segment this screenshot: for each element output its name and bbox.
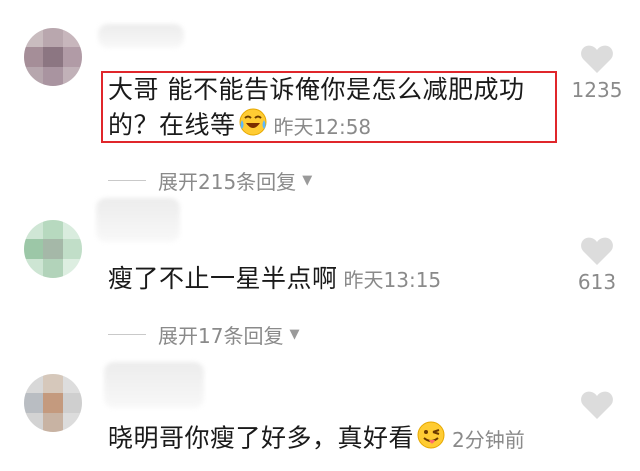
comment-text: 晓明哥你瘦了好多，真好看 2分钟前 [108,420,525,459]
comment-time: 昨天12:58 [273,114,372,139]
like-button[interactable] [557,390,637,420]
username-blurred[interactable] [104,362,204,408]
username-blurred[interactable] [96,198,180,242]
avatar[interactable] [24,28,82,86]
comment-text: 大哥 能不能告诉俺你是怎么减肥成功 的？在线等 昨天12:58 [108,73,524,146]
heart-icon [581,237,613,265]
expand-replies-label: 展开215条回复 [158,170,297,194]
comment-line-2-text: 的？在线等 [108,110,236,140]
wink-tongue-emoji-icon [416,420,446,459]
comment-line-1: 晓明哥你瘦了好多，真好看 [108,423,415,453]
comment-line-1: 瘦了不止一星半点啊 [108,264,338,293]
laughing-tears-emoji-icon [238,107,268,146]
comment-line-1: 大哥 能不能告诉俺你是怎么减肥成功 [108,75,525,104]
username-blurred[interactable] [98,24,184,48]
avatar[interactable] [24,374,82,432]
heart-icon [581,391,613,419]
expand-replies-button[interactable]: 展开215条回复 ▼ [108,166,312,195]
expand-replies-button[interactable]: 展开17条回复 ▼ [108,320,299,349]
caret-down-icon: ▼ [302,173,313,188]
comment-line-2: 的？在线等 昨天12:58 [108,107,524,146]
like-count: 613 [577,270,617,294]
like-button[interactable]: 613 [557,236,637,294]
like-count: 1235 [571,78,623,102]
comment-time: 昨天13:15 [343,268,442,292]
like-button[interactable]: 1235 [557,44,637,102]
expand-replies-label: 展开17条回复 [158,324,284,348]
caret-down-icon: ▼ [289,327,300,342]
heart-icon [581,45,613,73]
comment-text: 瘦了不止一星半点啊 昨天13:15 [108,262,441,297]
avatar[interactable] [24,220,82,278]
comment-time: 2分钟前 [452,427,525,452]
divider-line [108,334,146,335]
divider-line [108,180,146,181]
